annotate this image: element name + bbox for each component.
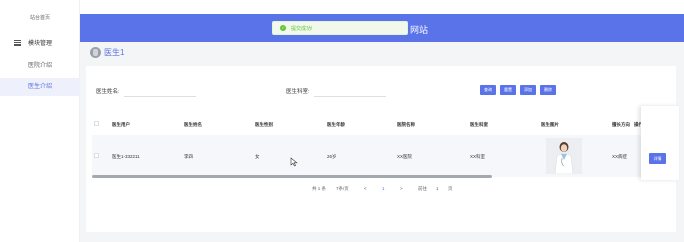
col-hospital: 医院名称 bbox=[397, 122, 415, 127]
site-title: 网站 bbox=[410, 25, 429, 35]
pagination: 共 1 条 7条/页 < 1 > 前往 1 页 bbox=[86, 186, 676, 196]
doctor-name-label: 医生姓名: bbox=[96, 89, 120, 95]
col-age: 医生年龄 bbox=[327, 122, 345, 127]
check-circle-icon: ✓ bbox=[280, 25, 286, 31]
doctor-avatar-icon bbox=[90, 47, 101, 58]
select-all-checkbox[interactable] bbox=[94, 121, 99, 126]
reset-button[interactable]: 重置 bbox=[500, 85, 516, 95]
horizontal-scrollbar[interactable] bbox=[92, 175, 492, 178]
cell-dept: XX科室 bbox=[470, 154, 486, 159]
col-gender: 医生性别 bbox=[255, 122, 273, 127]
col-user: 医生用户 bbox=[112, 122, 130, 127]
goto-page-input[interactable]: 1 bbox=[436, 186, 439, 191]
page-number-current[interactable]: 1 bbox=[382, 186, 385, 191]
goto-prefix: 前往 bbox=[418, 186, 427, 191]
delete-button[interactable]: 删除 bbox=[540, 85, 556, 95]
query-button[interactable]: 查询 bbox=[480, 85, 496, 95]
main-content: 医生1 医生姓名: 医生科室: 查询 重置 添加 删除 医生用户 医生姓名 医生… bbox=[80, 42, 684, 242]
cell-user: 医生1-332211 bbox=[112, 154, 140, 159]
sidebar-item-doctor[interactable]: 医生介绍 bbox=[0, 78, 80, 96]
table-row[interactable]: 医生1-332211 李四 女 26岁 XX医院 XX科室 XX病症 bbox=[92, 135, 676, 177]
page-size-select[interactable]: 7条/页 bbox=[336, 186, 349, 192]
cell-name: 李四 bbox=[184, 154, 193, 159]
cell-gender: 女 bbox=[255, 154, 260, 159]
sidebar-item-hospital[interactable]: 医院介绍 bbox=[0, 57, 80, 75]
sidebar: 站台首页 模块管理 医院介绍 医生介绍 bbox=[0, 0, 80, 242]
search-bar: 医生姓名: 医生科室: 查询 重置 添加 删除 bbox=[86, 84, 676, 98]
col-name: 医生姓名 bbox=[184, 122, 202, 127]
breadcrumb-label: 医生1 bbox=[104, 48, 125, 57]
menu-icon bbox=[14, 39, 21, 46]
add-button[interactable]: 添加 bbox=[520, 85, 536, 95]
fixed-action-column bbox=[641, 106, 679, 180]
prev-page-button[interactable]: < bbox=[364, 186, 367, 191]
mouse-cursor-icon bbox=[290, 157, 298, 167]
row-checkbox[interactable] bbox=[94, 153, 99, 158]
table-header: 医生用户 医生姓名 医生性别 医生年龄 医院名称 医生科室 医生图片 擅长方向 … bbox=[92, 116, 676, 134]
toast-message: 提交成功! bbox=[291, 25, 313, 32]
col-specialty: 擅长方向 bbox=[612, 122, 630, 127]
detail-button[interactable]: 详情 bbox=[649, 153, 666, 164]
sidebar-home-link[interactable]: 站台首页 bbox=[0, 14, 80, 21]
cell-age: 26岁 bbox=[327, 154, 337, 159]
cell-hospital: XX医院 bbox=[397, 154, 413, 159]
goto-suffix: 页 bbox=[448, 186, 453, 191]
col-dept: 医生科室 bbox=[470, 122, 488, 127]
breadcrumb: 医生1 bbox=[90, 47, 124, 58]
next-page-button[interactable]: > bbox=[400, 186, 403, 191]
sidebar-module-label: 模块管理 bbox=[28, 41, 53, 47]
sidebar-module-group[interactable]: 模块管理 bbox=[14, 38, 52, 47]
col-photo: 医生图片 bbox=[541, 122, 559, 127]
doctor-photo bbox=[546, 138, 582, 174]
doctor-name-input[interactable] bbox=[124, 84, 196, 97]
doctor-dept-label: 医生科室: bbox=[286, 89, 310, 95]
success-toast: ✓ 提交成功! bbox=[272, 21, 408, 35]
pagination-total: 共 1 条 bbox=[312, 186, 327, 191]
cell-specialty: XX病症 bbox=[612, 154, 628, 159]
doctor-dept-input[interactable] bbox=[314, 84, 386, 97]
